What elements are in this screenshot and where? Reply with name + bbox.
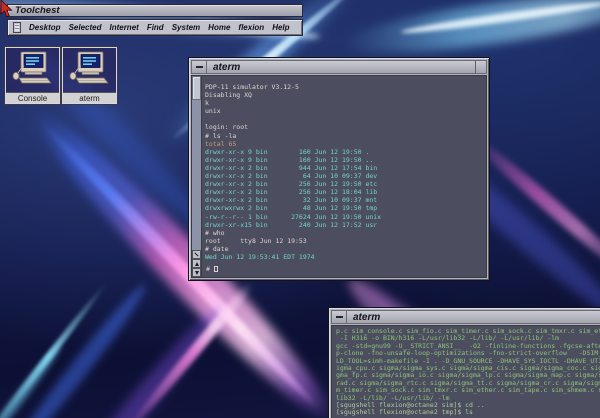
terminal-line: Disabling XQ <box>205 91 486 99</box>
terminal-line: Wed Jun 12 19:53:41 EDT 1974 <box>205 253 486 261</box>
minimize-button[interactable] <box>332 311 347 323</box>
mouse-pointer-icon <box>0 0 14 19</box>
menu-item[interactable]: Selected <box>69 23 102 32</box>
minimize-icon <box>196 66 203 68</box>
toolchest-title: Toolchest <box>15 5 60 16</box>
menu-item[interactable]: flexion <box>238 23 264 32</box>
icon-label: Console <box>6 92 59 103</box>
terminal-line: drwxr-xr-x15 bin 240 Jun 12 17:52 usr <box>205 221 486 229</box>
terminal-prompt-line: # <box>206 265 218 273</box>
computer-icon <box>11 51 55 89</box>
aterm-window-pdp11: aterm PDP-11 simulator V3.12-5Disabling … <box>188 57 490 281</box>
terminal-line: -rw-r--r-- 1 bin 27624 Jun 12 19:50 unix <box>205 213 486 221</box>
terminal-line: unix <box>205 107 486 115</box>
text-cursor <box>214 266 218 272</box>
terminal-line: total 65 <box>205 140 486 148</box>
terminal-output[interactable]: p.c sim_console.c sim_fio.c sim_timer.c … <box>332 326 600 418</box>
menu-item[interactable]: System <box>172 23 200 32</box>
menu-item[interactable]: Internet <box>109 23 138 32</box>
minimize-icon <box>336 316 343 318</box>
arrow-down-icon <box>195 271 199 275</box>
terminal-line: PDP-11 simulator V3.12-5 <box>205 83 486 91</box>
terminal-line: root tty8 Jun 12 19:53 <box>205 237 486 245</box>
terminal-line: drwxr-xr-x 2 bin 944 Jun 12 17:54 bin <box>205 164 486 172</box>
menu-item[interactable]: Home <box>208 23 230 32</box>
desktop[interactable]: Toolchest Desktop Selected Internet Find Sys… <box>0 0 600 418</box>
terminal-line: # ls -la <box>205 132 486 140</box>
desktop-icon-group: Console aterm <box>5 47 117 104</box>
terminal-line: drwxr-xr-x 2 bin 64 Jun 10 09:37 dev <box>205 172 486 180</box>
desktop-icon-aterm[interactable]: aterm <box>62 47 117 104</box>
window-title: aterm <box>347 312 600 323</box>
scrollbar-drag-button[interactable] <box>192 250 201 259</box>
terminal-line: drwxr-xr-x 2 bin 32 Jun 10 09:37 mnt <box>205 196 486 204</box>
menu-item[interactable]: Find <box>147 23 164 32</box>
light-streak <box>0 342 65 418</box>
terminal-line: [sgugshell flexion@octane2 tmp]$ ls <box>336 409 600 416</box>
terminal-line: # date <box>205 245 486 253</box>
window-titlebar[interactable]: aterm <box>331 310 600 324</box>
light-streak <box>339 0 600 65</box>
scrollbar[interactable] <box>192 76 202 277</box>
scrollbar-buttons <box>192 250 201 277</box>
window-titlebar[interactable]: aterm <box>191 60 487 74</box>
icon-label: aterm <box>63 92 116 103</box>
terminal-line: k <box>205 99 486 107</box>
scroll-down-button[interactable] <box>192 268 201 277</box>
scrollbar-thumb[interactable] <box>192 76 201 100</box>
terminal-line: drwxrwxrwx 2 bin 48 Jun 12 19:50 tmp <box>205 204 486 212</box>
terminal-line: drwxr-xr-x 9 bin 160 Jun 12 19:50 .. <box>205 156 486 164</box>
light-streak <box>8 280 151 418</box>
toolchest-menubar: Desktop Selected Internet Find System Homefle… <box>7 19 303 36</box>
terminal-content[interactable]: PDP-11 simulator V3.12-5Disabling XQkuni… <box>191 75 487 278</box>
window-title: aterm <box>207 62 486 73</box>
prompt-text: # <box>206 265 214 273</box>
menu-item[interactable]: Help <box>272 23 289 32</box>
terminal-output[interactable]: PDP-11 simulator V3.12-5Disabling XQkuni… <box>202 76 486 277</box>
drag-icon <box>194 252 198 256</box>
menu-item[interactable]: Desktop <box>29 23 61 32</box>
terminal-line: drwxr-xr-x 2 bin 256 Jun 12 18:04 lib <box>205 188 486 196</box>
aterm-window-build: aterm p.c sim_console.c sim_fio.c sim_ti… <box>328 307 600 418</box>
light-streak <box>400 0 600 37</box>
toolchest-window: Toolchest Desktop Selected Internet Find Sys… <box>7 4 303 36</box>
terminal-content[interactable]: p.c sim_console.c sim_fio.c sim_timer.c … <box>331 325 600 418</box>
titlebar-divider <box>475 61 476 73</box>
terminal-line: # who <box>205 229 486 237</box>
minimize-button[interactable] <box>192 61 207 73</box>
terminal-line: login: root <box>205 123 486 131</box>
scroll-up-button[interactable] <box>192 259 201 268</box>
toolchest-menu-icon[interactable] <box>13 22 21 33</box>
toolchest-titlebar[interactable]: Toolchest <box>7 4 303 17</box>
terminal-line: drwxr-xr-x 9 bin 160 Jun 12 19:50 . <box>205 148 486 156</box>
computer-icon <box>68 51 112 89</box>
light-streak <box>70 300 230 418</box>
terminal-line <box>205 115 486 123</box>
terminal-line: drwxr-xr-x 2 bin 256 Jun 12 19:50 etc <box>205 180 486 188</box>
arrow-up-icon <box>195 262 199 266</box>
desktop-icon-console[interactable]: Console <box>5 47 60 104</box>
light-streak <box>0 280 109 418</box>
